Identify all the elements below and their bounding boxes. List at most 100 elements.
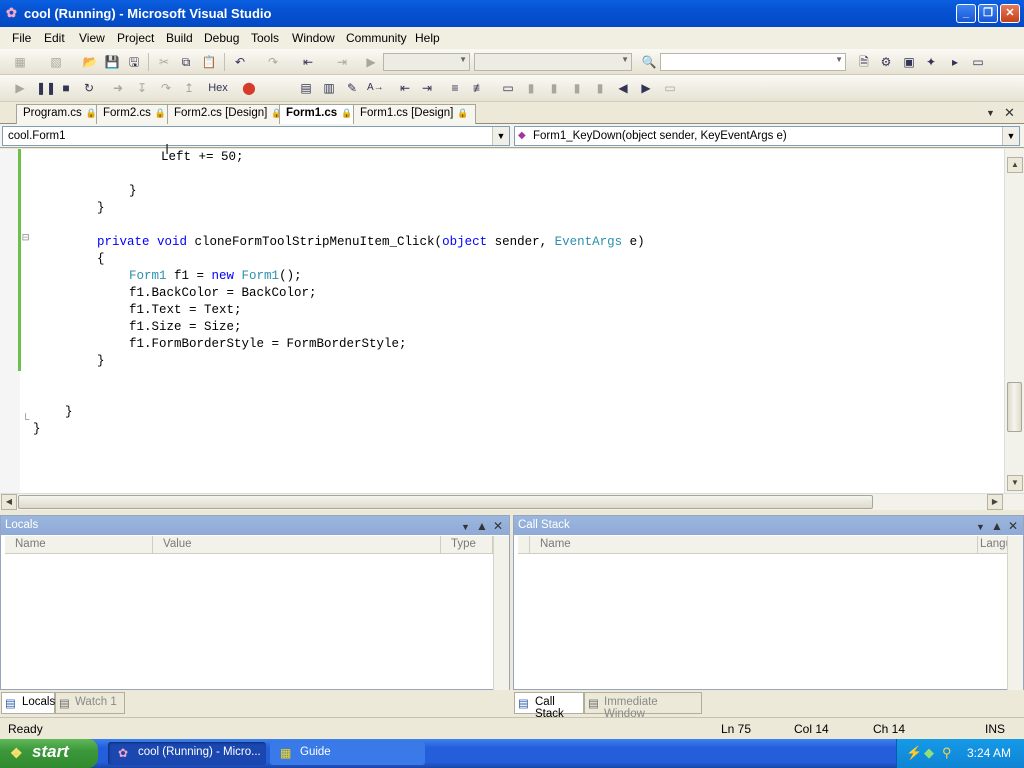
tab-form2-design[interactable]: Form2.cs [Design] 🔒	[167, 104, 290, 124]
column-header-language[interactable]: Langu	[978, 536, 1008, 554]
close-document-icon[interactable]: ✕	[1004, 105, 1015, 121]
step-over-icon[interactable]: ↷	[158, 80, 174, 96]
scroll-up-icon[interactable]: ▲	[1007, 157, 1023, 173]
new-project-icon[interactable]: ▦	[12, 54, 28, 70]
break-all-icon[interactable]: ❚❚	[36, 80, 56, 96]
tab-form1-cs[interactable]: Form1.cs 🔒	[279, 104, 360, 125]
bookmark-icon[interactable]: ▭	[500, 80, 516, 96]
tab-watch-1[interactable]: ▤ Watch 1	[55, 692, 125, 714]
start-debug-icon[interactable]: ▶	[363, 54, 379, 70]
menu-window[interactable]: Window	[292, 31, 335, 45]
step-out-icon[interactable]: ↥	[181, 80, 197, 96]
hex-toggle[interactable]: Hex	[206, 80, 230, 96]
command-window-icon[interactable]: ▭	[970, 54, 986, 70]
redo-icon[interactable]: ↷	[265, 54, 281, 70]
panel-close-icon[interactable]: ✕	[493, 519, 503, 533]
menu-project[interactable]: Project	[117, 31, 154, 45]
editor-vertical-scrollbar[interactable]: ▲ ▼	[1004, 149, 1024, 493]
copy-icon[interactable]: ⧉	[178, 54, 194, 70]
menu-help[interactable]: Help	[415, 31, 440, 45]
breakpoints-icon[interactable]: ⬤	[241, 80, 257, 96]
menu-tools[interactable]: Tools	[251, 31, 279, 45]
task-visual-studio[interactable]: ✿ cool (Running) - Micro...	[108, 742, 266, 765]
save-all-icon[interactable]: 🖫	[126, 54, 142, 70]
show-next-statement-icon[interactable]: ➜	[110, 80, 126, 96]
column-header-type[interactable]: Type	[441, 536, 493, 554]
network-icon[interactable]: ⚡	[906, 745, 922, 761]
safely-remove-icon[interactable]: ◆	[924, 745, 934, 761]
properties-icon[interactable]: ⚙	[878, 54, 894, 70]
search-icon[interactable]: ⚲	[942, 745, 952, 761]
class-combo[interactable]: cool.Form1 ▼	[2, 126, 510, 146]
save-icon[interactable]: 💾	[104, 54, 120, 70]
solution-platform-combo[interactable]: ▼	[474, 53, 632, 71]
open-file-icon[interactable]: 📂	[82, 54, 98, 70]
menu-build[interactable]: Build	[166, 31, 193, 45]
locals-scrollbar[interactable]	[493, 536, 509, 690]
find-combo[interactable]: ▼	[660, 53, 846, 71]
uncomment-icon[interactable]: ▥	[321, 80, 337, 96]
tab-immediate-window[interactable]: ▤ Immediate Window	[584, 692, 702, 720]
step-into-icon[interactable]: ↧	[134, 80, 150, 96]
close-button[interactable]: ✕	[1000, 4, 1020, 23]
member-combo[interactable]: ◆ Form1_KeyDown(object sender, KeyEventA…	[514, 126, 1020, 146]
task-guide[interactable]: ▦ Guide	[270, 742, 425, 765]
next-bookmark-icon[interactable]: ▮	[546, 80, 562, 96]
toolbox-icon[interactable]: ✦	[923, 54, 939, 70]
prev-bookmark-icon[interactable]: ▮	[523, 80, 539, 96]
prev-bookmark-folder-icon[interactable]: ▮	[569, 80, 585, 96]
comment-lines-icon[interactable]: ≡	[447, 80, 463, 96]
object-browser-icon[interactable]: ▣	[901, 54, 917, 70]
tab-locals[interactable]: ▤ Locals	[1, 692, 55, 714]
start-page-icon[interactable]: ▸	[947, 54, 963, 70]
callstack-scrollbar[interactable]	[1007, 536, 1023, 690]
panel-menu-icon[interactable]: ▼	[976, 522, 985, 532]
tab-form2-cs[interactable]: Form2.cs 🔒	[96, 104, 174, 124]
scroll-left-icon[interactable]: ◀	[1, 494, 17, 510]
next-bookmark-folder-icon[interactable]: ▮	[592, 80, 608, 96]
add-item-icon[interactable]: ▧	[48, 54, 64, 70]
scroll-thumb[interactable]	[1007, 382, 1022, 432]
scroll-right-icon[interactable]: ▶	[987, 494, 1003, 510]
comment-icon[interactable]: ▤	[298, 80, 314, 96]
tab-form1-design[interactable]: Form1.cs [Design] 🔒	[353, 104, 476, 124]
stop-debug-icon[interactable]: ■	[58, 80, 74, 96]
navigate-forward-icon[interactable]: ⇥	[334, 54, 350, 70]
menu-edit[interactable]: Edit	[44, 31, 65, 45]
restore-button[interactable]: ❐	[978, 4, 998, 23]
pin-icon[interactable]: ▲	[476, 519, 488, 533]
panel-close-icon[interactable]: ✕	[1008, 519, 1018, 533]
prev-bookmark-doc-icon[interactable]: ◀	[615, 80, 631, 96]
scroll-down-icon[interactable]: ▼	[1007, 475, 1023, 491]
menu-community[interactable]: Community	[346, 31, 407, 45]
pin-icon[interactable]: ▲	[991, 519, 1003, 533]
solution-explorer-icon[interactable]: 🗎	[856, 54, 872, 70]
panel-menu-icon[interactable]: ▼	[461, 522, 470, 532]
code-editor[interactable]: ⊟ └ Left += 50; } } private void cloneFo…	[0, 141, 1024, 493]
paste-icon[interactable]: 📋	[201, 54, 217, 70]
decrease-indent-icon[interactable]: ⇤	[397, 80, 413, 96]
active-files-dropdown-icon[interactable]: ▼	[986, 108, 995, 118]
clear-bookmarks-icon[interactable]: ▭	[662, 80, 678, 96]
uncomment-lines-icon[interactable]: ≢	[471, 80, 487, 96]
word-complete-icon[interactable]: A→	[367, 80, 384, 96]
menu-debug[interactable]: Debug	[204, 31, 239, 45]
column-header-value[interactable]: Value	[153, 536, 441, 554]
restart-icon[interactable]: ↻	[81, 80, 97, 96]
scroll-thumb[interactable]	[18, 495, 873, 509]
menu-file[interactable]: File	[12, 31, 31, 45]
tab-program-cs[interactable]: Program.cs 🔒	[16, 104, 105, 124]
navigate-back-icon[interactable]: ⇤	[300, 54, 316, 70]
collapse-icon[interactable]: ⊟	[22, 230, 29, 245]
clock[interactable]: 3:24 AM	[967, 746, 1011, 760]
increase-indent-icon[interactable]: ⇥	[419, 80, 435, 96]
minimize-button[interactable]: _	[956, 4, 976, 23]
column-header-name[interactable]: Name	[530, 536, 978, 554]
intellisense-icon[interactable]: ✎	[344, 80, 360, 96]
next-bookmark-doc-icon[interactable]: ▶	[638, 80, 654, 96]
cut-icon[interactable]: ✂	[156, 54, 172, 70]
continue-icon[interactable]: ▶	[12, 80, 28, 96]
tab-call-stack[interactable]: ▤ Call Stack	[514, 692, 584, 720]
solution-config-combo[interactable]: ▼	[383, 53, 470, 71]
editor-horizontal-scrollbar[interactable]: ◀ ▶	[0, 493, 1024, 510]
